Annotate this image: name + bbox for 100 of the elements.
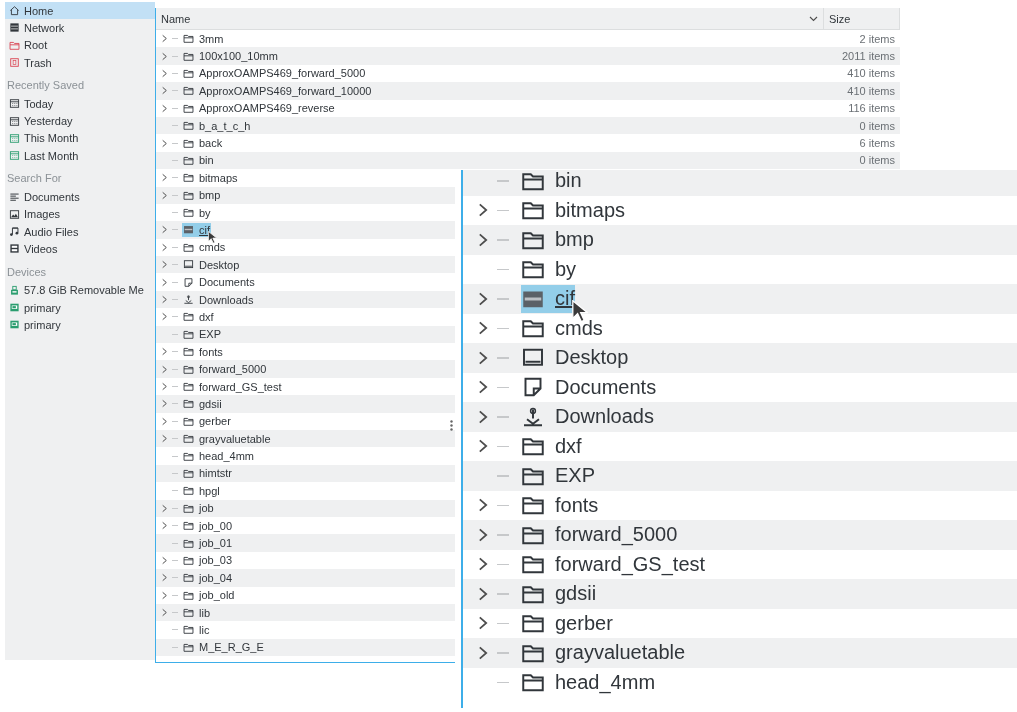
file-name: head_4mm <box>555 670 656 694</box>
file-item[interactable]: head_4mm <box>182 449 256 464</box>
file-item[interactable]: job_01 <box>182 536 234 550</box>
places-item[interactable]: Yesterday <box>5 112 155 130</box>
folder-icon <box>183 154 194 166</box>
file-name: gerber <box>555 611 613 635</box>
file-item[interactable]: by <box>521 255 577 284</box>
folder-icon <box>183 641 194 653</box>
file-item[interactable]: forward_5000 <box>182 362 268 377</box>
places-item[interactable]: primary <box>5 316 155 334</box>
place-label: Root <box>24 39 48 52</box>
file-item[interactable]: lib <box>182 605 211 620</box>
file-item[interactable]: Documents <box>182 275 256 290</box>
places-item[interactable]: Images <box>5 205 155 223</box>
folder-icon <box>183 607 194 619</box>
file-item[interactable]: dxf <box>521 432 582 461</box>
places-item[interactable]: Audio Files <box>5 222 155 241</box>
folder-icon <box>183 589 194 601</box>
file-item[interactable]: job_00 <box>182 518 234 533</box>
file-item[interactable]: b_a_t_c_h <box>182 118 252 133</box>
file-name: gdsii <box>199 397 222 410</box>
music-note-icon <box>9 226 20 238</box>
file-item[interactable]: dxf <box>182 309 215 324</box>
file-item[interactable]: bitmaps <box>182 170 239 185</box>
file-name: himtstr <box>199 467 232 480</box>
folder-icon <box>183 624 194 636</box>
folder-icon <box>183 467 194 479</box>
file-name: job_01 <box>199 537 233 549</box>
file-item[interactable]: cmds <box>182 240 227 255</box>
file-item[interactable]: gerber <box>182 414 232 429</box>
file-item[interactable]: gdsii <box>182 396 223 411</box>
file-item[interactable]: cmds <box>521 314 603 343</box>
file-item[interactable]: job <box>182 501 215 516</box>
file-item[interactable]: Documents <box>521 373 657 402</box>
file-item[interactable]: bitmaps <box>521 196 626 225</box>
file-name: Desktop <box>199 258 240 271</box>
file-name: cmds <box>199 241 226 254</box>
column-header[interactable]: Size <box>824 8 900 29</box>
places-item[interactable]: Network <box>5 19 155 37</box>
grip-icon[interactable] <box>450 420 453 431</box>
image-icon <box>9 208 20 220</box>
file-name: bmp <box>199 189 221 202</box>
places-item[interactable]: primary <box>5 298 155 317</box>
file-item[interactable]: back <box>182 136 224 151</box>
places-item[interactable]: Last Month <box>5 147 155 165</box>
file-item[interactable]: bmp <box>182 188 222 203</box>
file-item[interactable]: 100x100_10mm <box>182 49 279 64</box>
file-item[interactable]: by <box>182 205 212 220</box>
file-item[interactable]: fonts <box>182 344 224 359</box>
file-item[interactable]: job_03 <box>182 553 234 568</box>
file-item[interactable]: gdsii <box>521 579 597 608</box>
file-name: 3mm <box>199 32 224 45</box>
folder-icon <box>183 172 194 184</box>
folder-icon <box>183 189 194 201</box>
file-item[interactable]: grayvaluetable <box>182 431 272 446</box>
file-name: bin <box>555 170 582 193</box>
file-item[interactable]: Desktop <box>521 343 629 372</box>
places-item[interactable]: Root <box>5 36 155 54</box>
file-item[interactable]: forward_GS_test <box>521 550 706 579</box>
file-item[interactable]: 3mm <box>182 31 225 46</box>
file-item[interactable]: ApproxOAMPS469_reverse <box>182 101 336 116</box>
file-item[interactable]: forward_GS_test <box>182 379 283 394</box>
file-item[interactable]: bin <box>521 170 582 195</box>
file-item[interactable]: head_4mm <box>521 668 656 697</box>
place-label: Last Month <box>24 149 79 162</box>
file-item[interactable]: job_04 <box>182 570 234 585</box>
column-header[interactable]: Name <box>156 8 824 29</box>
file-item[interactable]: bin <box>182 153 215 168</box>
places-item[interactable]: Videos <box>5 240 155 258</box>
file-item[interactable]: lic <box>182 622 211 637</box>
file-item[interactable]: ApproxOAMPS469_forward_10000 <box>182 83 373 98</box>
file-item[interactable]: gerber <box>521 609 613 638</box>
file-item[interactable]: M_E_R_G_E <box>182 640 265 655</box>
file-item[interactable]: Downloads <box>182 292 255 307</box>
file-item[interactable]: bmp <box>521 225 594 254</box>
place-label: Videos <box>24 242 58 255</box>
file-name: back <box>199 137 223 150</box>
places-item[interactable]: Documents <box>5 188 155 206</box>
file-item[interactable]: Desktop <box>182 257 241 272</box>
section-heading: Devices <box>6 264 48 280</box>
places-item[interactable]: 57.8 GiB Removable Me <box>5 281 155 299</box>
places-item[interactable]: This Month <box>5 129 155 148</box>
file-item[interactable]: himtstr <box>182 466 233 481</box>
places-item[interactable]: Today <box>5 95 155 113</box>
places-item[interactable]: Trash <box>5 53 155 72</box>
item-count: 6 items <box>858 137 896 150</box>
file-name: cif <box>555 287 575 311</box>
file-name: lib <box>199 606 210 619</box>
file-item[interactable]: EXP <box>521 461 596 490</box>
places-item[interactable]: Home <box>5 2 155 20</box>
drive-icon <box>9 319 20 331</box>
file-item[interactable]: job_old <box>182 588 236 603</box>
file-item[interactable]: EXP <box>182 327 222 342</box>
folder-icon <box>521 170 545 193</box>
folder-icon <box>183 328 194 340</box>
file-item[interactable]: ApproxOAMPS469_forward_5000 <box>182 66 367 81</box>
file-item[interactable]: hpgl <box>182 483 221 498</box>
folder-icon <box>183 120 194 132</box>
folder-icon <box>183 102 194 114</box>
file-item[interactable]: fonts <box>521 491 599 520</box>
